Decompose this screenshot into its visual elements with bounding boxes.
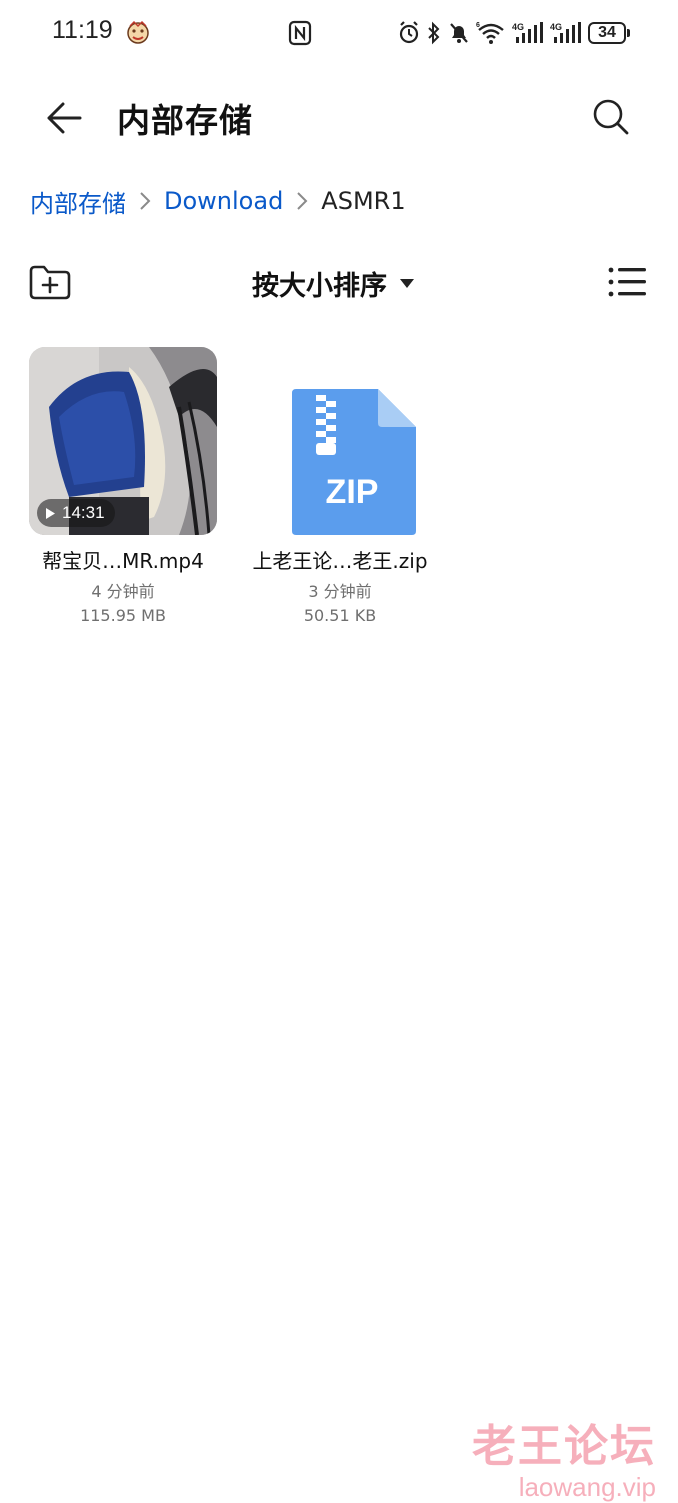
alarm-icon	[398, 21, 420, 45]
breadcrumb-current: ASMR1	[321, 187, 406, 215]
zip-file-icon: ZIP	[292, 389, 416, 535]
signal-4g-2-icon: 4G	[550, 21, 582, 45]
nfc-icon	[288, 20, 312, 46]
file-name: 上老王论…老王.zip	[252, 549, 428, 573]
mute-bell-icon	[448, 21, 470, 45]
zip-icon-label: ZIP	[326, 473, 379, 511]
svg-text:4G: 4G	[550, 22, 562, 32]
watermark: 老王论坛 laowang.vip	[472, 1410, 656, 1503]
emoji-icon	[124, 18, 152, 46]
status-time: 11:19	[52, 16, 113, 44]
bluetooth-icon	[426, 21, 442, 45]
breadcrumb-internal-storage[interactable]: 内部存储	[30, 184, 126, 219]
breadcrumb: 内部存储 Download ASMR1	[30, 181, 406, 221]
file-name: 帮宝贝…MR.mp4	[42, 549, 204, 573]
file-size: 115.95 MB	[80, 606, 166, 625]
file-modified-time: 4 分钟前	[91, 582, 155, 601]
watermark-cn: 老王论坛	[472, 1421, 656, 1472]
view-mode-button[interactable]	[608, 265, 648, 299]
file-item-video[interactable]: 14:31 帮宝贝…MR.mp4 4 分钟前 115.95 MB	[17, 347, 229, 625]
battery-icon: 34	[588, 22, 630, 44]
list-view-icon	[608, 267, 646, 297]
new-folder-button[interactable]	[28, 263, 74, 303]
title-bar: 内部存储	[0, 80, 678, 156]
breadcrumb-download[interactable]: Download	[164, 187, 283, 215]
signal-4g-1-icon: 4G	[512, 21, 544, 45]
file-item-zip[interactable]: ZIP 上老王论…老王.zip 3 分钟前 50.51 KB	[234, 347, 446, 625]
chevron-right-icon	[138, 190, 152, 212]
new-folder-icon	[29, 265, 71, 300]
video-duration: 14:31	[62, 503, 105, 522]
svg-text:6: 6	[476, 22, 480, 29]
status-bar: 11:19 6 4G 4G 34	[0, 0, 678, 66]
duration-badge: 14:31	[37, 499, 115, 527]
sort-dropdown[interactable]: 按大小排序	[252, 263, 415, 303]
toolbar: 按大小排序	[0, 255, 678, 311]
caret-down-icon	[400, 279, 414, 288]
sort-label: 按大小排序	[252, 270, 387, 302]
svg-text:4G: 4G	[512, 22, 524, 32]
chevron-right-icon	[295, 190, 309, 212]
wifi-6-icon: 6	[476, 21, 506, 45]
search-button[interactable]	[588, 94, 634, 140]
video-thumbnail: 14:31	[29, 347, 217, 535]
search-icon	[593, 99, 629, 135]
file-size: 50.51 KB	[303, 606, 377, 625]
status-icons: 6 4G 4G 34	[398, 18, 630, 48]
file-modified-time: 3 分钟前	[308, 582, 372, 601]
page-title: 内部存储	[117, 101, 253, 140]
zip-thumbnail: ZIP	[246, 347, 434, 535]
play-icon	[46, 507, 55, 519]
arrow-left-icon	[47, 102, 82, 134]
back-button[interactable]	[40, 96, 88, 140]
watermark-en: laowang.vip	[518, 1472, 656, 1502]
